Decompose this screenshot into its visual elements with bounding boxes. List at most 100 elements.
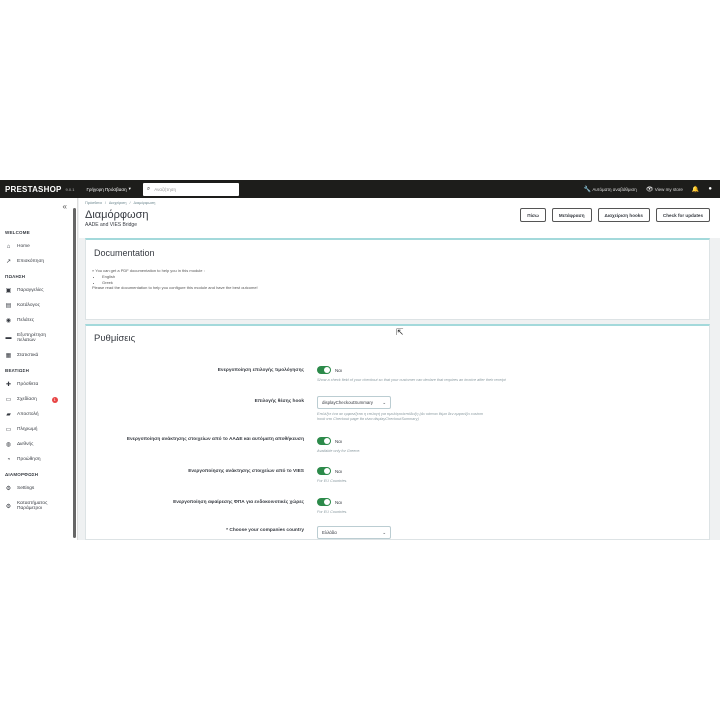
wrench-icon: 🔧 <box>583 186 592 193</box>
promo-icon: ◔ <box>6 456 11 463</box>
sidebar-item-label: Διεθνής <box>17 442 34 447</box>
chat-icon: ▬ <box>5 335 12 341</box>
manage-hooks-button[interactable]: Διαχείριση hooks <box>597 208 650 222</box>
sidebar-item-home[interactable]: ⌂ Home <box>0 239 72 254</box>
card-icon: ▭ <box>5 427 12 433</box>
caret-down-icon: ▾ <box>128 186 131 191</box>
sidebar-item-overview[interactable]: ↗ Επισκόπηση <box>0 254 72 269</box>
sidebar-item-shop-parameters[interactable]: ⚙ Καταστήματος Παράμετροι <box>0 496 72 516</box>
sidebar: « WELCOME ⌂ Home ↗ Επισκόπηση ΠΩΛΗΣΗ ▣ Παρα… <box>0 198 78 540</box>
toggle-yes-label: Ναι <box>335 438 342 444</box>
sidebar-scrollbar[interactable] <box>73 208 76 538</box>
documentation-title: Documentation <box>94 248 155 258</box>
gears-icon: ⚙ <box>5 503 12 510</box>
sidebar-item-orders[interactable]: ▣ Παραγγελίες <box>0 283 72 298</box>
breadcrumb-item[interactable]: Πρόσθετα <box>85 201 102 205</box>
account-icon[interactable]: ● <box>708 186 712 192</box>
mouse-cursor-icon: ⇱ <box>396 327 404 337</box>
sidebar-item-label: Επισκόπηση <box>17 259 45 264</box>
search-icon: ⌕ <box>146 185 151 192</box>
desktop-icon: ▭ <box>5 397 12 403</box>
sidebar-item-label: Στατιστικά <box>17 353 39 358</box>
version-label: 9.0.1 <box>65 186 75 192</box>
view-store-label: View my store <box>654 186 683 192</box>
collapse-sidebar-icon[interactable]: « <box>63 202 67 211</box>
sidebar-item-settings[interactable]: ⚙ Settings <box>0 481 72 496</box>
gear-icon: ⚙ <box>5 486 12 492</box>
user-icon: ◉ <box>5 318 12 324</box>
sidebar-item-label: Προώθηση <box>17 457 41 462</box>
sidebar-item-design[interactable]: ▭ Σχεδίαση 1 <box>0 392 72 407</box>
sidebar-item-shipping[interactable]: ▰ Αποστολή <box>0 407 72 422</box>
chevron-down-icon: ⌄ <box>382 529 386 535</box>
toggle-switch[interactable] <box>317 498 331 506</box>
prestashop-logo[interactable]: PRESTASHOP <box>5 185 62 194</box>
field-label: Επιλογής θέσης hook <box>254 399 304 404</box>
vies-toggle[interactable]: Ναι <box>317 467 342 475</box>
sidebar-nav: WELCOME ⌂ Home ↗ Επισκόπηση ΠΩΛΗΣΗ ▣ Παραγγ… <box>0 230 72 516</box>
toggle-switch[interactable] <box>317 366 331 374</box>
catalog-icon: ▤ <box>5 303 12 309</box>
basket-icon: ▣ <box>5 288 12 294</box>
puzzle-icon: ✚ <box>5 382 12 388</box>
search-input[interactable]: ⌕ Αναζήτηση <box>142 182 239 196</box>
vat-removal-toggle[interactable]: Ναι <box>317 498 342 506</box>
sidebar-item-label: Πληρωμή <box>17 427 38 432</box>
sidebar-item-label: Αποστολή <box>17 412 39 417</box>
sidebar-item-international[interactable]: ◍ Διεθνής <box>0 437 72 452</box>
search-placeholder: Αναζήτηση <box>154 186 176 192</box>
sidebar-item-modules[interactable]: ✚ Πρόσθετα <box>0 377 72 392</box>
settings-panel: Ρυθμίσεις Ενεργοποίηση επιλογής τιμολόγη… <box>85 324 710 540</box>
globe-icon: ◍ <box>5 442 12 448</box>
auto-upgrade-link[interactable]: 🔧 Αυτόματη αναβάθμιση <box>584 186 637 193</box>
bell-icon[interactable]: 🔔 <box>692 186 699 193</box>
sidebar-item-promotion[interactable]: ◔ Προώθηση <box>0 452 72 467</box>
auto-upgrade-label: Αυτόματη αναβάθμιση <box>592 186 637 192</box>
translate-button[interactable]: Μετάφραση <box>551 208 592 222</box>
toggle-yes-label: Ναι <box>335 367 342 373</box>
hook-position-select[interactable]: displayCheckoutSummary ⌄ <box>317 396 391 409</box>
page-title: Διαμόρφωση <box>85 209 149 221</box>
field-label: Ενεργοποίησης ανάκτησης στοιχείων από το… <box>188 469 304 474</box>
field-help: For EU Countries. <box>317 510 348 514</box>
field-label: Ενεργοποίηση αφαίρεσης ΦΠΑ για ενδοκοινο… <box>173 500 304 505</box>
toggle-yes-label: Ναι <box>335 499 342 505</box>
sidebar-item-label: Εξυπηρέτηση πελατών <box>17 332 47 344</box>
sidebar-item-label: Πρόσθετα <box>17 382 39 387</box>
breadcrumb-item[interactable]: Διαμόρφωση <box>134 201 156 205</box>
home-icon: ⌂ <box>6 243 11 250</box>
sidebar-item-label: Καταστήματος Παράμετροι <box>17 500 48 512</box>
back-button[interactable]: Πίσω <box>520 208 546 222</box>
invoice-toggle[interactable]: Ναι <box>317 366 342 374</box>
stats-icon: ▦ <box>5 353 12 359</box>
toggle-switch[interactable] <box>317 437 331 445</box>
breadcrumb-item[interactable]: Διαχείριση <box>109 201 127 205</box>
truck-icon: ▰ <box>6 412 11 418</box>
check-updates-button[interactable]: Check for updates <box>655 208 710 222</box>
sidebar-item-label: Home <box>17 244 30 249</box>
sidebar-item-stats[interactable]: ▦ Στατιστικά <box>0 348 72 363</box>
select-value: Ελλάδα <box>322 530 337 535</box>
chevron-down-icon: ⌄ <box>382 399 386 405</box>
trend-icon: ↗ <box>5 259 12 265</box>
top-bar: PRESTASHOP 9.0.1 Γρήγορη Πρόσβαση ▾ ⌕ Ανα… <box>0 180 720 198</box>
sidebar-item-catalog[interactable]: ▤ Κατάλογος <box>0 298 72 313</box>
aade-toggle[interactable]: Ναι <box>317 437 342 445</box>
sidebar-item-label: Κατάλογος <box>17 303 40 308</box>
view-store-link[interactable]: 👁 View my store <box>646 186 683 193</box>
select-value: displayCheckoutSummary <box>322 400 374 405</box>
field-help: Επιλέξτε ένα σε εμφανίζεται η επιλογή γι… <box>317 412 484 421</box>
field-label: * Choose your companies country <box>226 528 304 533</box>
sidebar-item-payment[interactable]: ▭ Πληρωμή <box>0 422 72 437</box>
breadcrumb: Πρόσθετα / Διαχείριση / Διαμόρφωση <box>85 201 156 205</box>
sidebar-item-customers[interactable]: ◉ Πελάτες <box>0 313 72 328</box>
quick-access-dropdown[interactable]: Γρήγορη Πρόσβαση ▾ <box>86 186 130 192</box>
page-subtitle: AADE and VIES Bridge <box>85 222 137 228</box>
country-select[interactable]: Ελλάδα ⌄ <box>317 526 391 539</box>
field-help: Show a check field of your checkout so t… <box>317 378 506 382</box>
sidebar-item-label: Settings <box>17 486 35 491</box>
toggle-switch[interactable] <box>317 467 331 475</box>
sidebar-item-customer-service[interactable]: ▬ Εξυπηρέτηση πελατών <box>0 328 72 348</box>
documentation-panel: Documentation » You can get a PDF docume… <box>85 238 710 320</box>
sidebar-item-label: Σχεδίαση <box>17 397 37 402</box>
